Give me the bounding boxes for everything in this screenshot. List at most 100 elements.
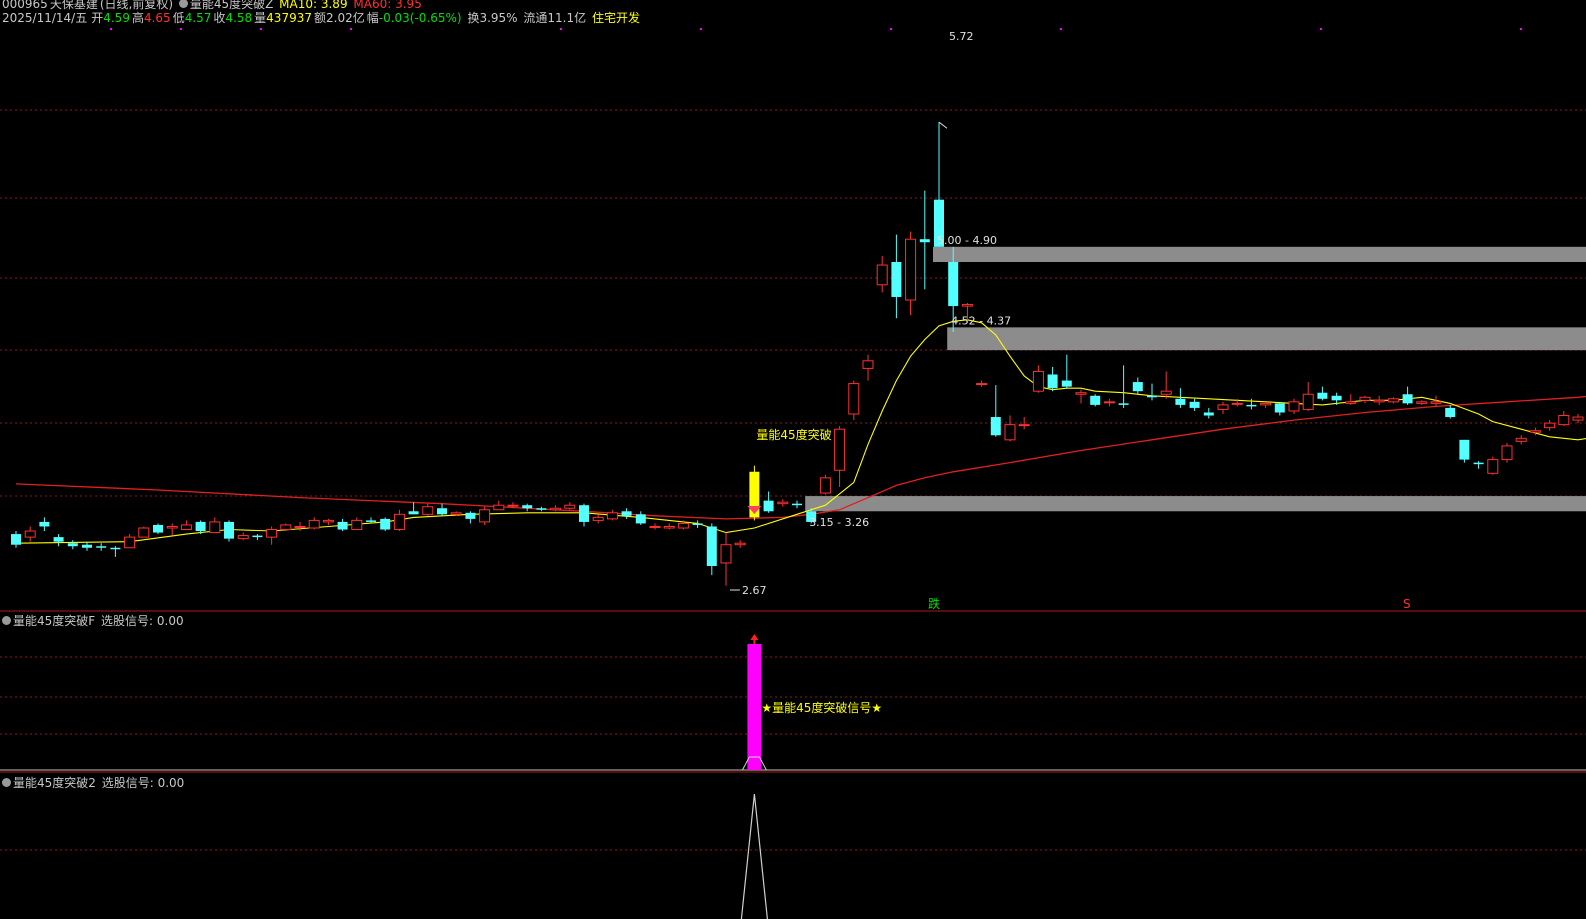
candle-body — [39, 521, 50, 527]
panel1-collapse-icon[interactable] — [2, 616, 11, 625]
candle-body — [479, 509, 491, 523]
candle-body — [720, 544, 732, 564]
candle-body — [507, 504, 519, 507]
candle-body — [1189, 401, 1200, 408]
candle-body — [1260, 402, 1272, 406]
candle-body — [706, 526, 717, 566]
candle-body — [1402, 394, 1413, 404]
candle-body — [919, 239, 930, 243]
candle-body — [663, 525, 675, 529]
candle-body — [351, 519, 363, 531]
candle-body — [522, 505, 533, 509]
candle-body — [564, 504, 576, 509]
candle-body — [1274, 403, 1285, 413]
candle-body — [465, 512, 476, 519]
candle-body — [1331, 395, 1342, 401]
candle-body — [1459, 439, 1470, 460]
candle-body — [1103, 401, 1115, 404]
candle-body — [1544, 422, 1556, 429]
candle-body — [124, 536, 136, 549]
candle-body — [1288, 401, 1300, 412]
candle-body — [1416, 401, 1428, 404]
candle-body — [905, 238, 917, 301]
candle-body — [1217, 404, 1229, 410]
candle-body — [1246, 404, 1257, 407]
top-marker-dot — [700, 28, 702, 30]
signal-bar — [747, 644, 762, 770]
top-marker-dot — [350, 28, 352, 30]
candle-body — [1075, 392, 1087, 395]
candle-body — [990, 417, 1001, 436]
zone-label: 3.15 - 3.26 — [809, 516, 869, 529]
candle-body — [1515, 437, 1527, 442]
resistance-zone — [805, 496, 1586, 512]
candle-body — [437, 508, 447, 515]
breakout-label: 量能45度突破 — [756, 427, 831, 442]
candle-body — [294, 525, 306, 528]
candle-body — [96, 546, 107, 548]
top-marker-dot — [890, 28, 892, 30]
candle-body — [1175, 398, 1186, 405]
panel1-title: 量能45度突破F — [13, 614, 96, 628]
candle-body — [1501, 445, 1513, 461]
candle-body — [579, 505, 589, 522]
candle-body — [536, 508, 547, 510]
annotation-layer: 5.00 - 4.90 4.52 - 4.37 3.15 - 3.26 5.72 2.6… — [730, 30, 1411, 611]
candle-body — [308, 519, 320, 529]
candle-body — [422, 506, 434, 515]
candle-body — [110, 547, 121, 550]
candle-body — [1160, 390, 1172, 395]
top-marker-dot — [110, 28, 112, 30]
candle-body — [1558, 415, 1570, 426]
candle-body — [1132, 382, 1143, 392]
candle-body — [862, 360, 874, 369]
candle-body — [266, 529, 278, 538]
candle-body — [252, 535, 263, 538]
candle-body — [848, 383, 860, 415]
candle-body — [1004, 424, 1016, 441]
candle-body — [67, 543, 78, 547]
candle-body — [1302, 393, 1314, 410]
candle-body — [366, 520, 376, 522]
signal-annotation: ★量能45度突破信号★ — [761, 700, 882, 715]
resistance-zone — [933, 246, 1586, 262]
candle-body — [777, 501, 789, 505]
panel2-signal-label: 选股信号: 0.00 — [101, 776, 185, 790]
candle-body — [1147, 395, 1157, 398]
candle-body — [1032, 370, 1044, 392]
resistance-zone-layer — [805, 246, 1586, 512]
candle-body — [692, 523, 703, 525]
candle-body — [649, 525, 661, 528]
candle-body — [138, 527, 150, 538]
kline-chart[interactable]: 5.00 - 4.90 4.52 - 4.37 3.15 - 3.26 5.72 2.6… — [0, 0, 1586, 919]
fall-label: 跌 — [928, 596, 940, 611]
candle-body — [1047, 374, 1058, 389]
candle-body — [1345, 401, 1357, 404]
top-marker-dot — [1520, 28, 1522, 30]
candle-body — [961, 304, 973, 307]
signal-spike — [740, 793, 768, 919]
resistance-zone — [947, 327, 1586, 351]
candle-body — [393, 513, 405, 531]
candle-body — [1061, 380, 1072, 387]
candle-body — [337, 521, 348, 530]
candle-body — [1473, 462, 1484, 465]
candle-body — [606, 512, 618, 520]
min-price-label: 2.67 — [742, 584, 767, 597]
candle-body — [621, 511, 632, 516]
candle-body — [153, 524, 163, 533]
max-price-label: 5.72 — [949, 30, 974, 43]
candle-body — [82, 544, 92, 548]
candle-body — [322, 519, 334, 523]
max-price-pointer — [938, 121, 948, 129]
candle-body — [53, 537, 64, 542]
candle-body — [1487, 459, 1499, 474]
candle-body — [1387, 398, 1399, 403]
candle-body — [1373, 399, 1385, 403]
candle-body — [592, 516, 604, 521]
top-marker-dot — [1320, 28, 1322, 30]
candle-body — [550, 507, 562, 511]
candle-body — [1430, 401, 1442, 404]
panel2-collapse-icon[interactable] — [2, 778, 11, 787]
candle-body — [450, 512, 462, 515]
